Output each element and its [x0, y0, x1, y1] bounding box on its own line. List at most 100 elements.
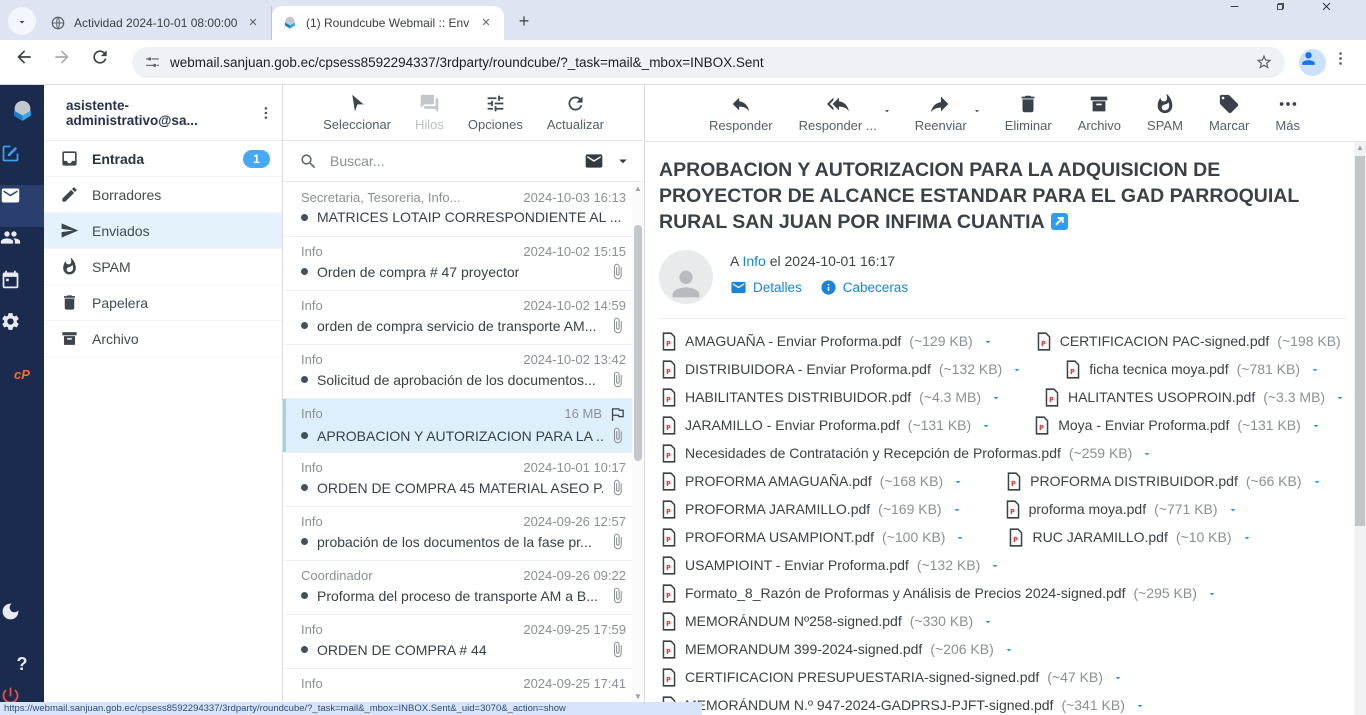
tab-close-icon[interactable]: ✕ — [478, 15, 494, 31]
list-toolbar-actualizar-button[interactable]: Actualizar — [547, 93, 604, 132]
site-settings-icon[interactable] — [144, 54, 161, 71]
attachment-menu-chevron-icon[interactable] — [1206, 587, 1218, 599]
attachment-name[interactable]: PROFORMA USAMPIONT.pdf — [685, 529, 874, 545]
mail-toolbar-reenviar-button[interactable]: Reenviar — [915, 93, 969, 133]
attachment-menu-chevron-icon[interactable] — [1309, 363, 1321, 375]
attachment-menu-chevron-icon[interactable] — [1227, 503, 1239, 515]
attachment-name[interactable]: CERTIFICACION PRESUPUESTARIA-signed-sign… — [685, 669, 1039, 685]
sidebar-item-enviados[interactable]: Enviados — [44, 213, 282, 249]
attachment-name[interactable]: MEMORÁNDUM N.º 947-2024-GADPRSJ-PJFT-sig… — [685, 697, 1053, 713]
attachment-menu-chevron-icon[interactable] — [1311, 475, 1323, 487]
dark-mode-button[interactable] — [0, 601, 44, 643]
account-menu-icon[interactable] — [258, 105, 274, 121]
attachment-menu-chevron-icon[interactable] — [1112, 671, 1124, 683]
attachment-item[interactable]: PROFORMA AMAGUAÑA.pdf(~168 KB) — [661, 472, 964, 491]
chevron-down-icon[interactable] — [972, 104, 982, 114]
attachment-menu-chevron-icon[interactable] — [982, 335, 994, 347]
attachment-item[interactable]: Moya - Enviar Proforma.pdf(~131 KB) — [1034, 416, 1322, 435]
attachment-name[interactable]: DISTRIBUIDORA - Enviar Proforma.pdf — [685, 361, 931, 377]
attachment-item[interactable]: JARAMILLO - Enviar Proforma.pdf(~131 KB) — [661, 416, 992, 435]
list-toolbar-seleccionar-button[interactable]: Seleccionar — [323, 93, 391, 132]
mail-toolbar-eliminar-button[interactable]: Eliminar — [1005, 93, 1054, 133]
search-options-chevron-icon[interactable] — [614, 152, 632, 170]
reload-button[interactable] — [90, 47, 120, 77]
mail-toolbar-responder-button[interactable]: Responder ... — [799, 93, 879, 133]
message-row[interactable]: Info2024-10-02 13:42Solicitud de aprobac… — [283, 345, 632, 399]
attachment-item[interactable]: MEMORÁNDUM N.º 947-2024-GADPRSJ-PJFT-sig… — [661, 696, 1146, 715]
help-button[interactable]: ? — [0, 643, 44, 685]
attachment-menu-chevron-icon[interactable] — [1141, 447, 1153, 459]
rail-calendar-button[interactable] — [0, 269, 44, 311]
attachment-item[interactable]: Formato_8_Razón de Proformas y Análisis … — [661, 584, 1218, 603]
new-tab-button[interactable]: + — [510, 7, 538, 35]
attachment-item[interactable]: MEMORANDUM 399-2024-signed.pdf(~206 KB) — [661, 640, 1015, 659]
attachment-menu-chevron-icon[interactable] — [1003, 643, 1015, 655]
attachment-menu-chevron-icon[interactable] — [1134, 699, 1146, 711]
attachment-menu-chevron-icon[interactable] — [989, 559, 1001, 571]
mail-toolbar-archivo-button[interactable]: Archivo — [1078, 93, 1123, 133]
details-button[interactable]: Detalles — [730, 279, 802, 296]
attachment-item[interactable]: DISTRIBUIDORA - Enviar Proforma.pdf(~132… — [661, 360, 1023, 379]
browser-tab[interactable]: (1) Roundcube Webmail :: Envia✕ — [272, 6, 504, 40]
rail-contacts-button[interactable] — [0, 227, 44, 269]
attachment-item[interactable]: proforma moya.pdf(~771 KB) — [1005, 500, 1239, 519]
sidebar-item-spam[interactable]: SPAM — [44, 249, 282, 285]
back-button[interactable] — [14, 47, 44, 77]
forward-button[interactable] — [52, 47, 82, 77]
cpanel-button[interactable]: cP — [0, 353, 44, 395]
message-row[interactable]: Info2024-10-01 10:17ORDEN DE COMPRA 45 M… — [283, 453, 632, 507]
attachment-name[interactable]: USAMPIOINT - Enviar Proforma.pdf — [685, 557, 909, 573]
message-row[interactable]: Info2024-09-26 12:57probación de los doc… — [283, 507, 632, 561]
open-in-new-window-icon[interactable] — [1051, 213, 1068, 230]
url-text[interactable]: webmail.sanjuan.gob.ec/cpsess8592294337/… — [170, 55, 1247, 70]
attachment-name[interactable]: PROFORMA JARAMILLO.pdf — [685, 501, 870, 517]
sidebar-item-archivo[interactable]: Archivo — [44, 321, 282, 357]
minimize-button[interactable] — [1228, 0, 1274, 40]
attachment-name[interactable]: MEMORANDUM 399-2024-signed.pdf — [685, 641, 922, 657]
sidebar-item-entrada[interactable]: Entrada1 — [44, 141, 282, 177]
rail-mail-button[interactable] — [0, 185, 44, 227]
attachment-menu-chevron-icon[interactable] — [1241, 531, 1253, 543]
attachment-name[interactable]: HABILITANTES DISTRIBUIDOR.pdf — [685, 389, 911, 405]
attachment-name[interactable]: AMAGUAÑA - Enviar Proforma.pdf — [685, 333, 901, 349]
attachment-name[interactable]: Formato_8_Razón de Proformas y Análisis … — [685, 585, 1125, 601]
mail-toolbar-responder-button[interactable]: Responder — [709, 93, 775, 133]
attachment-item[interactable]: RUC JARAMILLO.pdf(~10 KB) — [1008, 528, 1252, 547]
compose-button[interactable] — [0, 143, 44, 185]
tab-search-button[interactable] — [8, 7, 36, 35]
attachment-item[interactable]: HALITANTES USOPROIN.pdf(~3.3 MB) — [1044, 388, 1346, 407]
attachment-name[interactable]: PROFORMA DISTRIBUIDOR.pdf — [1030, 473, 1238, 489]
scroll-up-arrow[interactable]: ▲ — [632, 183, 644, 195]
attachment-name[interactable]: ficha tecnica moya.pdf — [1089, 361, 1228, 377]
profile-avatar[interactable] — [1299, 49, 1326, 76]
chevron-down-icon[interactable] — [882, 104, 892, 114]
search-scope-mail-icon[interactable] — [584, 151, 604, 171]
attachment-name[interactable]: proforma moya.pdf — [1029, 501, 1147, 517]
mail-toolbar-más-button[interactable]: Más — [1275, 93, 1302, 133]
attachment-name[interactable]: HALITANTES USOPROIN.pdf — [1068, 389, 1255, 405]
attachment-item[interactable]: USAMPIOINT - Enviar Proforma.pdf(~132 KB… — [661, 556, 1001, 575]
attachment-item[interactable]: HABILITANTES DISTRIBUIDOR.pdf(~4.3 MB) — [661, 388, 1002, 407]
restore-button[interactable] — [1274, 0, 1320, 40]
attachment-item[interactable]: CERTIFICACION PRESUPUESTARIA-signed-sign… — [661, 668, 1124, 687]
list-toolbar-opciones-button[interactable]: Opciones — [468, 93, 523, 132]
attachment-menu-chevron-icon[interactable] — [982, 615, 994, 627]
mail-toolbar-marcar-button[interactable]: Marcar — [1209, 93, 1251, 133]
account-row[interactable]: asistente-administrativo@sa... — [44, 85, 282, 141]
search-input[interactable] — [328, 152, 574, 170]
attachment-name[interactable]: PROFORMA AMAGUAÑA.pdf — [685, 473, 872, 489]
message-row[interactable]: Info16 MBAPROBACION Y AUTORIZACION PARA … — [283, 399, 632, 453]
main-scrollbar[interactable]: ▲ — [1354, 142, 1366, 715]
attachment-name[interactable]: RUC JARAMILLO.pdf — [1032, 529, 1167, 545]
attachment-menu-chevron-icon[interactable] — [980, 419, 992, 431]
attachment-item[interactable]: Necesidades de Contratación y Recepción … — [661, 444, 1153, 463]
main-scrollbar-thumb[interactable] — [1355, 156, 1365, 526]
attachment-menu-chevron-icon[interactable] — [1310, 419, 1322, 431]
address-bar[interactable]: webmail.sanjuan.gob.ec/cpsess8592294337/… — [132, 47, 1285, 78]
attachment-name[interactable]: Necesidades de Contratación y Recepción … — [685, 445, 1061, 461]
bookmark-star-icon[interactable] — [1255, 53, 1273, 71]
attachment-name[interactable]: JARAMILLO - Enviar Proforma.pdf — [685, 417, 900, 433]
list-scrollbar-thumb[interactable] — [634, 225, 642, 461]
recipient-link[interactable]: Info — [742, 253, 765, 269]
message-row[interactable]: Secretaria, Tesoreria, Info...2024-10-03… — [283, 183, 632, 237]
